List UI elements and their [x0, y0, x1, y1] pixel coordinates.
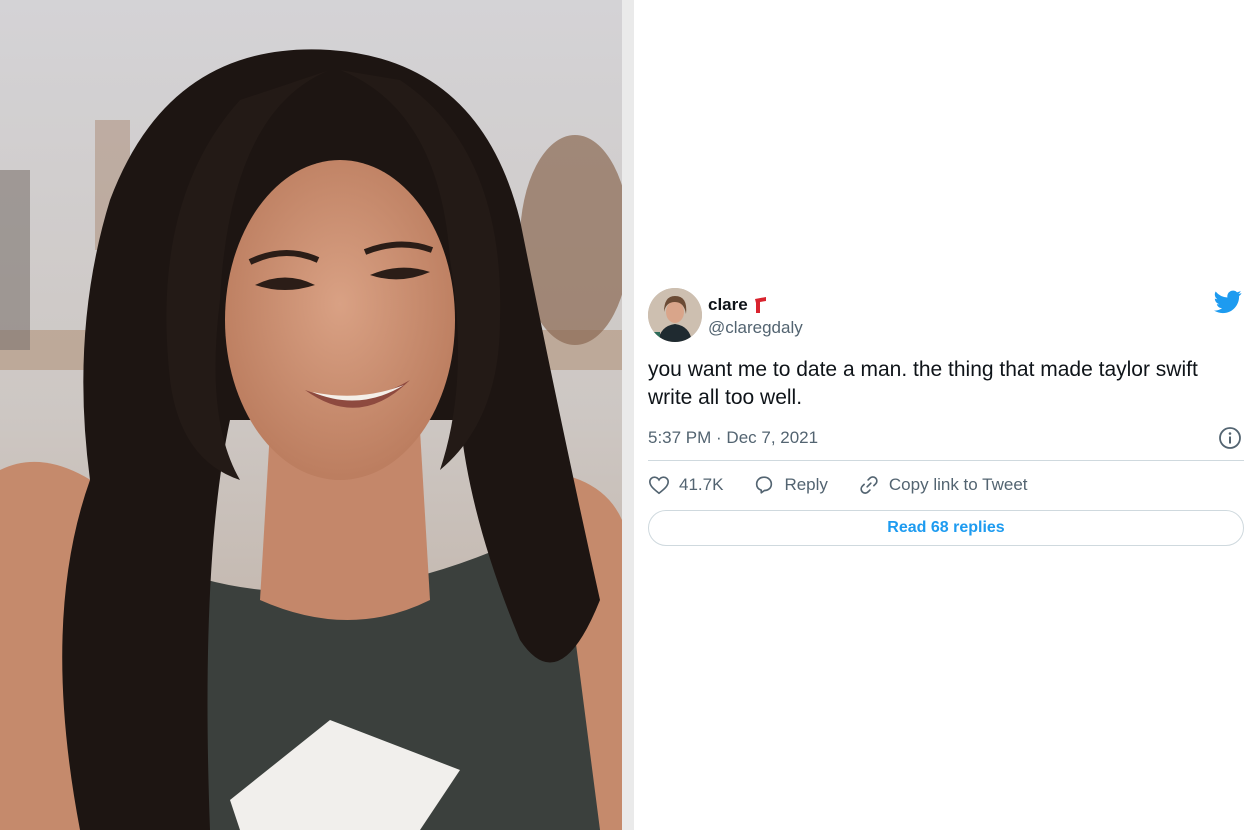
tweet-text: you want me to date a man. the thing tha… [648, 358, 1198, 409]
red-scarf-emoji [754, 297, 766, 313]
divider-line [648, 460, 1244, 461]
avatar[interactable] [648, 288, 702, 342]
copy-link-button[interactable]: Copy link to Tweet [858, 474, 1028, 496]
heart-icon [649, 476, 669, 495]
display-name-text: clare [708, 295, 748, 314]
info-icon[interactable] [1218, 426, 1242, 450]
display-name[interactable]: clare [708, 295, 767, 315]
panel-divider [622, 0, 634, 830]
reply-label: Reply [784, 475, 828, 494]
tweet-actions: 41.7K Reply Copy link to Tweet [648, 462, 1244, 508]
tweet-meta: 5:37 PM · Dec 7, 2021 [648, 424, 1244, 452]
user-handle[interactable]: @claregdaly [708, 318, 803, 338]
read-replies-label: Read 68 replies [887, 519, 1005, 536]
like-button[interactable]: 41.7K [648, 474, 723, 496]
like-count: 41.7K [679, 475, 724, 494]
tweet-card: clare @claregdaly you want me to date a … [648, 284, 1244, 546]
portrait-image [0, 0, 622, 830]
twitter-bird-icon[interactable] [1214, 290, 1242, 314]
tweet-timestamp[interactable]: 5:37 PM · Dec 7, 2021 [648, 428, 818, 447]
reply-button[interactable]: Reply [753, 474, 828, 496]
read-replies-button[interactable]: Read 68 replies [648, 510, 1244, 546]
copy-link-label: Copy link to Tweet [888, 475, 1028, 494]
tweet-header: clare @claregdaly [648, 284, 1244, 346]
photo-panel [0, 0, 622, 830]
speech-bubble-icon [756, 476, 773, 494]
link-icon [860, 476, 878, 494]
